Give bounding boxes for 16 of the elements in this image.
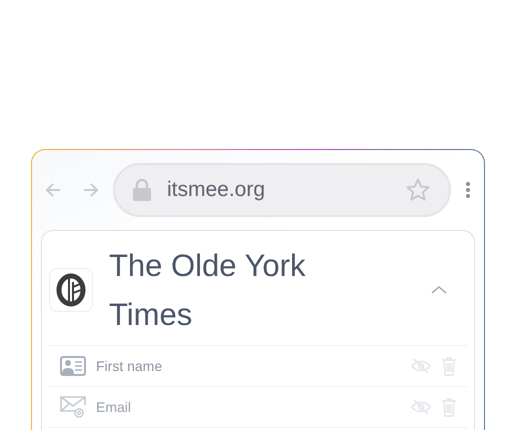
menu-icon[interactable] xyxy=(465,181,471,199)
url-text: itsmee.org xyxy=(167,178,266,202)
hidden-eye-icon[interactable] xyxy=(411,358,431,374)
trash-icon[interactable] xyxy=(441,356,457,376)
lock-icon xyxy=(133,179,151,201)
id-card-icon xyxy=(60,356,86,376)
field-label: First name xyxy=(96,358,164,374)
address-bar[interactable]: itsmee.org xyxy=(113,163,451,217)
site-name: The Olde York Times xyxy=(109,247,306,334)
field-label: Email xyxy=(96,399,132,415)
email-icon xyxy=(60,395,86,419)
hidden-eye-icon[interactable] xyxy=(411,399,431,415)
site-logo xyxy=(49,268,93,312)
star-icon[interactable] xyxy=(405,177,431,203)
trash-icon[interactable] xyxy=(441,398,457,416)
chevron-icon[interactable] xyxy=(431,285,447,295)
